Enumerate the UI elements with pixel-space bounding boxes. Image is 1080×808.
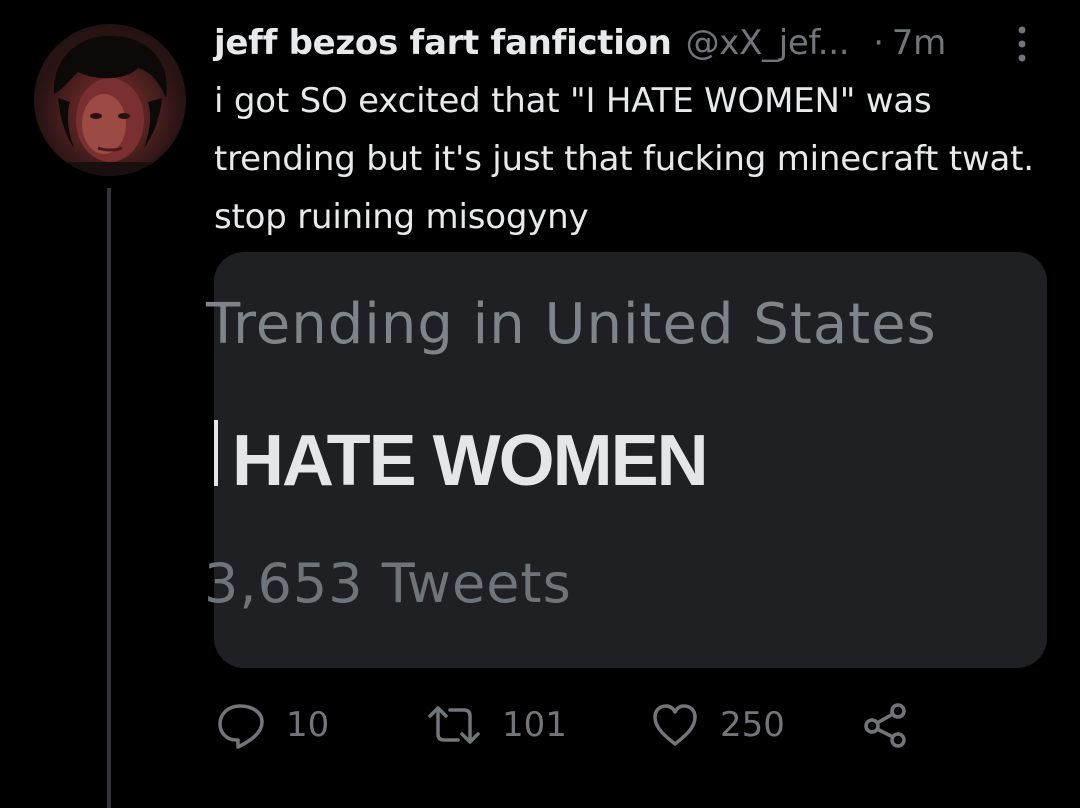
like-count: 250 [720, 705, 785, 745]
display-name[interactable]: jeff bezos fart fanfiction [214, 23, 672, 63]
tweet-text: i got SO excited that "I HATE WOMEN" was… [214, 81, 1034, 237]
share-icon [864, 703, 906, 748]
tweet: jeff bezos fart fanfiction @xX_jef... · … [0, 0, 1080, 808]
retweet-icon [428, 706, 480, 744]
handle[interactable]: @xX_jef... [686, 23, 850, 63]
media-count-text: 3,653 Tweets [204, 552, 572, 615]
media-trend: HATE WOMEN [232, 421, 709, 501]
reply-icon [218, 704, 264, 749]
avatar[interactable] [34, 24, 186, 176]
more-vertical-icon[interactable] [1014, 24, 1030, 64]
like-button[interactable]: 250 [650, 690, 785, 760]
retweet-count: 101 [502, 705, 567, 745]
separator-dot: · [873, 23, 884, 63]
media-trend-bar [214, 420, 218, 486]
media-heading-text: Trending in United States [206, 292, 937, 357]
action-bar: 10 101 250 [0, 690, 1080, 760]
media-count: 3,653 Tweets [204, 552, 582, 615]
retweet-button[interactable]: 101 [426, 690, 567, 760]
profile-photo [34, 35, 186, 176]
media-heading: Trending in United States [206, 292, 945, 357]
share-button[interactable] [860, 690, 910, 760]
tweet-header: jeff bezos fart fanfiction @xX_jef... · … [214, 18, 946, 68]
heart-icon [653, 704, 697, 746]
reply-count: 10 [286, 705, 330, 745]
reply-button[interactable]: 10 [216, 690, 329, 760]
timestamp[interactable]: 7m [892, 23, 946, 63]
